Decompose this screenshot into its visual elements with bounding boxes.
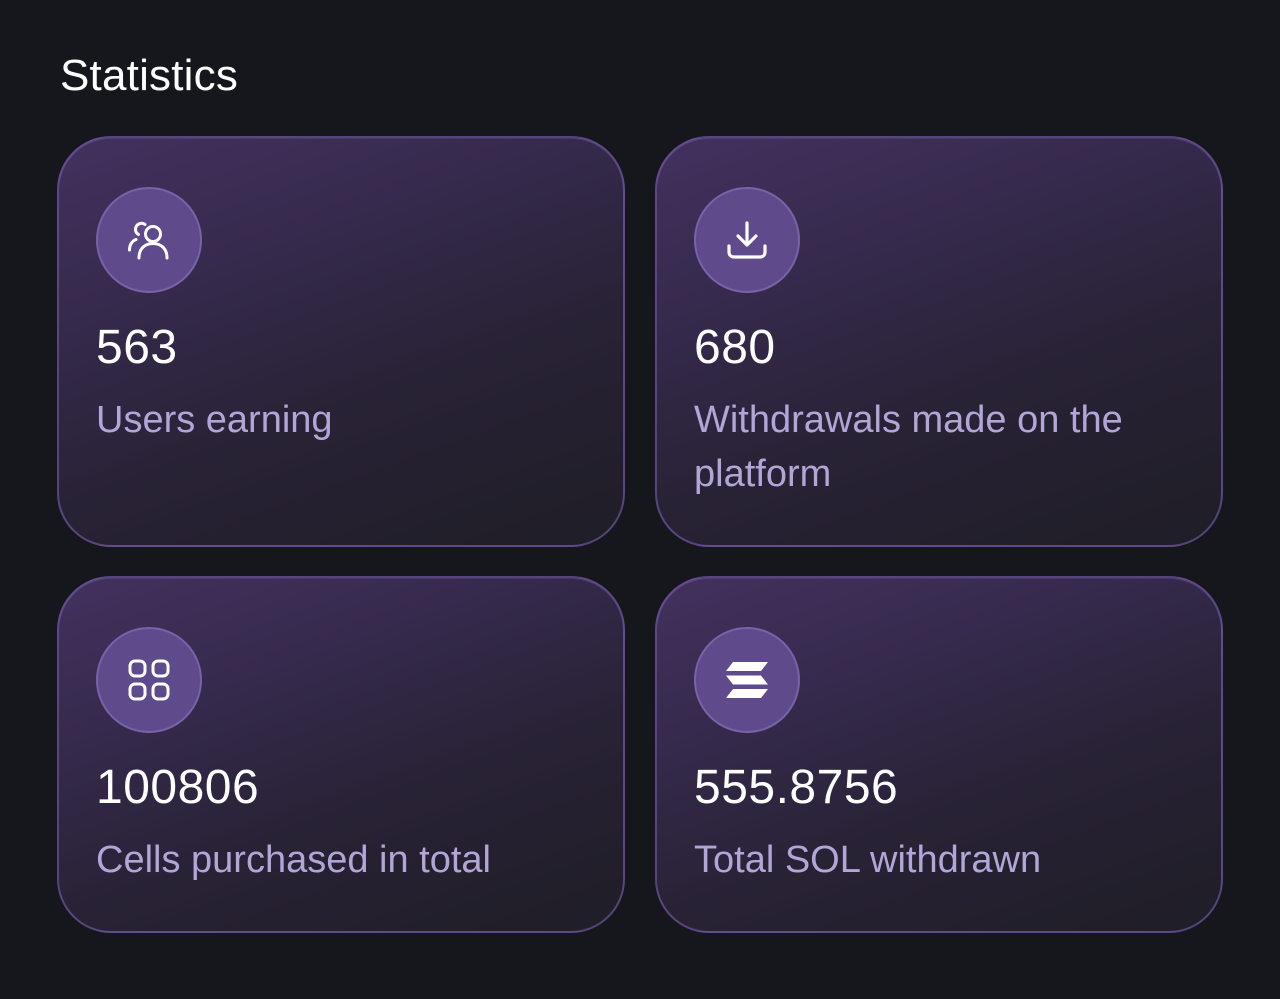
stat-label: Withdrawals made on the platform bbox=[694, 399, 1123, 495]
stat-label: Users earning bbox=[96, 399, 333, 441]
stat-card-cells-purchased: 100806 Cells purchased in total bbox=[57, 576, 625, 933]
stat-card-sol-withdrawn: 555.8756 Total SOL withdrawn bbox=[655, 576, 1223, 933]
stat-value: 680 bbox=[694, 321, 776, 374]
stat-value: 100806 bbox=[96, 761, 260, 814]
section-title: Statistics bbox=[60, 51, 239, 100]
download-icon bbox=[694, 187, 800, 293]
stat-card-withdrawals: 680 Withdrawals made on the platform bbox=[655, 136, 1223, 547]
stat-value: 563 bbox=[96, 321, 178, 374]
statistics-page: Statistics 563 Users earning 680 Withdra… bbox=[0, 0, 1280, 999]
stat-label: Cells purchased in total bbox=[96, 839, 491, 881]
grid-icon bbox=[96, 627, 202, 733]
users-icon bbox=[96, 187, 202, 293]
stat-card-users-earning: 563 Users earning bbox=[57, 136, 625, 547]
solana-icon bbox=[694, 627, 800, 733]
stat-label: Total SOL withdrawn bbox=[694, 839, 1042, 881]
stat-value: 555.8756 bbox=[694, 761, 899, 814]
